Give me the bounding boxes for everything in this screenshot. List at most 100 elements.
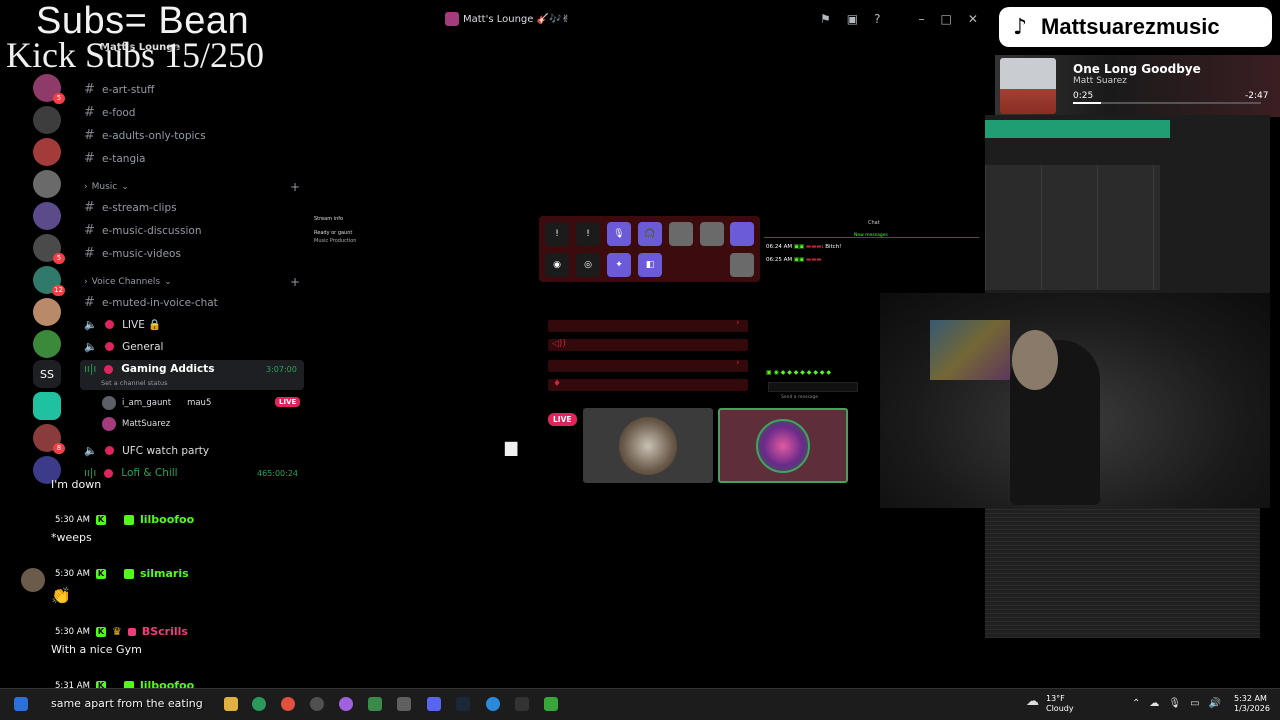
avatar — [102, 417, 116, 431]
app-icon[interactable] — [339, 697, 353, 711]
app-icon[interactable] — [486, 697, 500, 711]
track-artist: Matt Suarez — [1073, 76, 1127, 86]
voice-member[interactable]: MattSuarez — [102, 417, 170, 431]
server-icon[interactable] — [33, 330, 61, 358]
close-icon[interactable]: ✕ — [968, 12, 978, 26]
channel-item[interactable]: # e-tangia — [84, 151, 145, 166]
help-icon[interactable]: ? — [874, 12, 880, 26]
network-icon[interactable]: ☁ — [1149, 698, 1159, 709]
volume-icon[interactable]: ◁)) — [552, 339, 566, 349]
mask-button[interactable] — [700, 222, 724, 246]
voice-channel-ufc[interactable]: 🔈 UFC watch party — [84, 444, 209, 458]
add-channel-icon[interactable]: + — [290, 180, 300, 194]
next-arrow-icon[interactable]: › — [736, 358, 740, 368]
chrome-icon[interactable] — [281, 697, 295, 711]
mic-icon[interactable]: 🎙 — [1168, 698, 1181, 709]
weather-temp[interactable]: 13°F — [1046, 694, 1065, 703]
action-button[interactable]: ◧ — [638, 253, 662, 277]
category-music[interactable]: › Music ⌄ — [84, 182, 129, 192]
file-explorer-icon[interactable] — [224, 697, 238, 711]
app-icon[interactable] — [397, 697, 411, 711]
display-icon[interactable]: ▭ — [1190, 698, 1199, 709]
server-icon[interactable] — [33, 138, 61, 166]
stream-chat-panel: Chat New messages 06:24 AM ▣▣ ▬▬▬: Bitch… — [764, 216, 984, 276]
voice-channel-live[interactable]: 🔈 LIVE 🔒 — [84, 318, 161, 331]
obs-icon[interactable] — [310, 697, 324, 711]
app-icon[interactable] — [544, 697, 558, 711]
window-controls: ⚑ ▣ ? – □ ✕ — [820, 12, 978, 26]
track-position: 0:25 — [1073, 91, 1094, 101]
voice-channel-gaming-addicts[interactable]: ıı|ı Gaming Addicts — [84, 363, 214, 375]
chat-message: 5:30 AM K silmaris — [55, 567, 189, 580]
server-icon[interactable]: 12 — [33, 266, 65, 296]
live-dot — [104, 364, 114, 374]
app-icon[interactable] — [368, 697, 382, 711]
epic-icon[interactable] — [515, 697, 529, 711]
webcam-background-art — [930, 320, 1010, 380]
server-icon[interactable]: SS — [33, 360, 61, 388]
minimize-icon[interactable]: – — [918, 12, 924, 26]
participant-tile-speaking[interactable] — [718, 408, 848, 483]
record-button[interactable]: ◎ — [576, 253, 600, 277]
app-icon[interactable] — [252, 697, 266, 711]
channel-item[interactable]: # e-music-videos — [84, 246, 181, 261]
alert-row — [548, 320, 748, 332]
server-icon[interactable] — [33, 106, 61, 134]
live-badge: LIVE — [275, 397, 301, 407]
scene-button[interactable] — [730, 222, 754, 246]
maximize-icon[interactable]: □ — [940, 12, 951, 26]
mic-icon[interactable]: ♦ — [553, 379, 561, 389]
weather-icon[interactable]: ☁ — [1026, 694, 1039, 709]
participant-tile[interactable] — [583, 408, 713, 483]
server-icon[interactable] — [33, 298, 61, 326]
voice-timer: 465:00:24 — [257, 469, 299, 478]
weather-desc[interactable]: Cloudy — [1046, 704, 1074, 713]
popout-icon[interactable]: ▣ — [847, 12, 858, 26]
add-channel-icon[interactable]: + — [290, 275, 300, 289]
channel-status[interactable]: Set a channel status — [101, 379, 168, 387]
channel-item[interactable]: # e-art-stuff — [84, 82, 154, 97]
server-icon[interactable]: 5 — [33, 234, 65, 264]
send-message-input[interactable]: Send a message — [768, 382, 858, 400]
mask-button[interactable] — [730, 253, 754, 277]
server-icon[interactable]: 8 — [33, 424, 65, 454]
chevron-down-icon: ⌄ — [164, 277, 172, 287]
next-arrow-icon[interactable]: › — [736, 318, 740, 328]
effect-button[interactable]: ✦ — [607, 253, 631, 277]
hash-icon: # — [84, 200, 95, 215]
hash-icon: # — [84, 105, 95, 120]
mic-button[interactable]: ! — [545, 222, 569, 246]
start-icon[interactable] — [14, 697, 28, 711]
voice-channel-general[interactable]: 🔈 General — [84, 340, 163, 354]
steam-icon[interactable] — [456, 697, 470, 711]
speaker-icon: 🔈 — [84, 445, 98, 457]
avatar — [102, 396, 116, 410]
kick-subs-overlay: Kick Subs 15/250 — [6, 35, 265, 75]
category-voice[interactable]: › Voice Channels ⌄ — [84, 277, 172, 287]
server-icon[interactable] — [33, 202, 61, 230]
channel-item[interactable]: # e-music-discussion — [84, 223, 202, 238]
inbox-icon[interactable]: ⚑ — [820, 12, 831, 26]
channel-item[interactable]: # e-stream-clips — [84, 200, 177, 215]
server-icon[interactable] — [33, 392, 61, 420]
mic-icon[interactable]: 🎙 — [607, 222, 631, 246]
voice-member[interactable]: i_am_gaunt mau5 — [102, 396, 211, 410]
chevron-up-icon[interactable]: ⌃ — [1132, 698, 1140, 709]
clock-time[interactable]: 5:32 AM — [1234, 694, 1267, 703]
channel-item[interactable]: # e-food — [84, 105, 135, 120]
hash-icon: # — [84, 82, 95, 97]
channel-item[interactable]: # e-adults-only-topics — [84, 128, 206, 143]
headphones-icon[interactable]: 🎧 — [638, 222, 662, 246]
server-icon[interactable]: 5 — [33, 74, 65, 104]
mask-button[interactable] — [669, 222, 693, 246]
volume-icon[interactable]: 🔊 — [1209, 698, 1221, 709]
monitor-icon[interactable]: ▆ — [505, 437, 517, 456]
stream-button[interactable]: ◉ — [545, 253, 569, 277]
server-icon[interactable] — [33, 170, 61, 198]
crown-icon: ♛ — [111, 625, 122, 638]
alert-button[interactable]: ! — [576, 222, 600, 246]
channel-item[interactable]: # e-muted-in-voice-chat — [84, 295, 218, 310]
voice-activity-icon: ıı|ı — [84, 363, 97, 375]
clock-date[interactable]: 1/3/2026 — [1234, 704, 1270, 713]
discord-icon[interactable] — [427, 697, 441, 711]
